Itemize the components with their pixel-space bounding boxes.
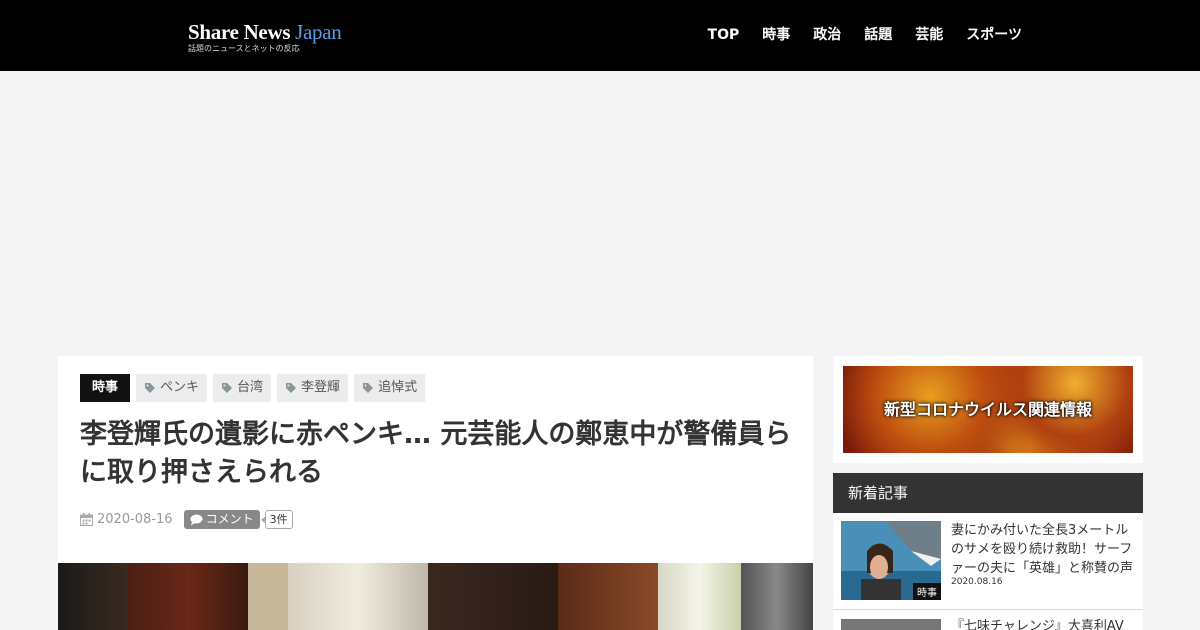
- tag-item[interactable]: 台湾: [213, 374, 272, 402]
- tag-icon: [363, 383, 374, 393]
- article-title: 李登輝氏の遺影に赤ペンキ… 元芸能人の鄭恵中が警備員らに取り押さえられる: [80, 419, 792, 488]
- nav-item-entertainment[interactable]: 芸能: [915, 24, 943, 46]
- article-card: 時事 ペンキ 台湾 李登輝 追悼式 李登輝氏の遺影に赤ペンキ… 元芸能人の鄭恵中…: [58, 356, 813, 630]
- list-item[interactable]: 『七味チャレンジ』大喜利AV: [833, 611, 1143, 630]
- nav-item-top[interactable]: TOP: [708, 24, 740, 46]
- tag-label: 李登輝: [301, 380, 341, 395]
- article-date: 2020-08-16: [97, 512, 173, 527]
- list-item-title: 妻にかみ付いた全長3メートルのサメを殴り続け救助！サーファーの夫に「英雄」と称賛…: [951, 523, 1134, 576]
- logo-tagline: 話題のニュースとネットの反応: [188, 44, 300, 53]
- nav-item-current-affairs[interactable]: 時事: [762, 24, 790, 46]
- tag-label: 追悼式: [378, 380, 418, 395]
- corona-banner[interactable]: 新型コロナウイルス関連情報: [843, 366, 1133, 453]
- list-item-title: 『七味チャレンジ』大喜利AV: [951, 619, 1124, 630]
- logo-main-text: Share News: [188, 20, 291, 44]
- tag-item[interactable]: 追悼式: [354, 374, 426, 402]
- thumbnail-category-badge: 時事: [913, 583, 941, 600]
- article-hero-image: [58, 563, 813, 630]
- comment-label: コメント: [205, 512, 254, 526]
- tag-icon: [145, 383, 156, 393]
- main-nav: TOP 時事 政治 話題 芸能 スポーツ: [708, 24, 1022, 46]
- article-meta: 2020-08-16 コメント 3件: [80, 510, 293, 529]
- site-header: Share News Japan 話題のニュースとネットの反応 TOP 時事 政…: [0, 0, 1200, 71]
- article-tags: 時事 ペンキ 台湾 李登輝 追悼式: [80, 374, 426, 402]
- list-item[interactable]: 時事 妻にかみ付いた全長3メートルのサメを殴り続け救助！サーファーの夫に「英雄」…: [833, 513, 1143, 610]
- new-articles-list: 時事 妻にかみ付いた全長3メートルのサメを殴り続け救助！サーファーの夫に「英雄」…: [833, 513, 1143, 630]
- tag-item[interactable]: ペンキ: [136, 374, 208, 402]
- corona-banner-text: 新型コロナウイルス関連情報: [883, 400, 1092, 419]
- tag-icon: [286, 383, 297, 393]
- category-badge[interactable]: 時事: [80, 374, 131, 402]
- article-thumbnail: 時事: [841, 521, 941, 600]
- logo-text: Share News Japan: [188, 20, 342, 44]
- logo-accent-text: Japan: [295, 20, 342, 44]
- tag-label: ペンキ: [160, 380, 200, 395]
- nav-item-sports[interactable]: スポーツ: [966, 24, 1022, 46]
- calendar-icon: [80, 513, 93, 526]
- speech-bubble-icon: [190, 514, 203, 525]
- comment-count: 3件: [260, 510, 293, 529]
- tag-label: 台湾: [237, 380, 264, 395]
- nav-item-topics[interactable]: 話題: [864, 24, 892, 46]
- tag-item[interactable]: 李登輝: [277, 374, 349, 402]
- nav-item-politics[interactable]: 政治: [813, 24, 841, 46]
- tag-icon: [222, 383, 233, 393]
- article-thumbnail: [841, 619, 941, 630]
- list-item-date: 2020.08.16: [951, 577, 1003, 587]
- corona-banner-box: 新型コロナウイルス関連情報: [833, 356, 1143, 463]
- new-articles-header: 新着記事: [833, 473, 1143, 513]
- comment-button[interactable]: コメント: [183, 510, 260, 529]
- site-logo[interactable]: Share News Japan 話題のニュースとネットの反応: [188, 20, 342, 53]
